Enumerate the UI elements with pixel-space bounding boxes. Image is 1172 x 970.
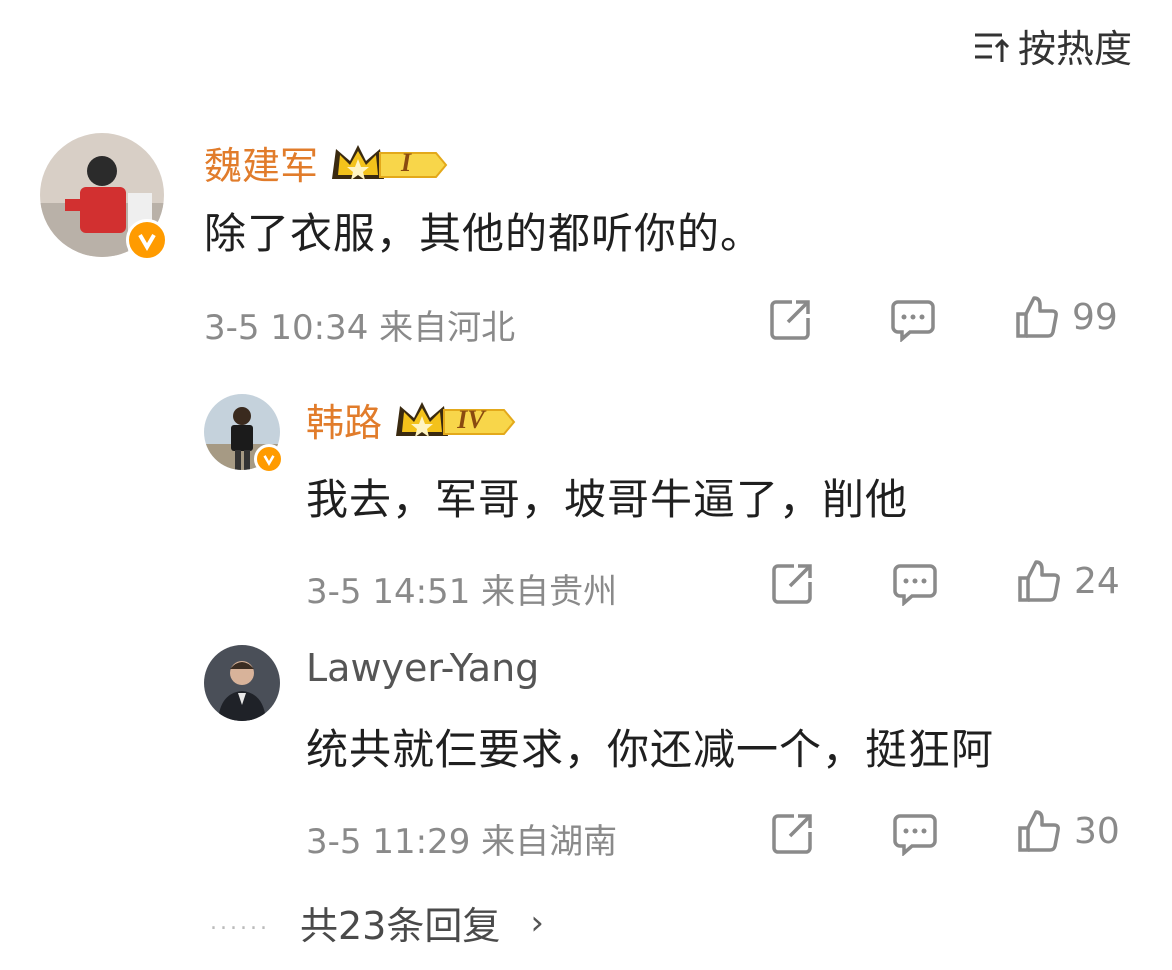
reply-button[interactable] bbox=[890, 296, 936, 342]
commenter-name-text: 韩路 bbox=[306, 401, 383, 445]
avatar[interactable] bbox=[204, 645, 280, 721]
sort-by-popularity-button[interactable]: 按热度 bbox=[972, 18, 1132, 73]
comment-text: 除了衣服，其他的都听你的。 bbox=[204, 209, 764, 258]
like-button[interactable]: 24 bbox=[1016, 558, 1120, 604]
member-level-text: IV bbox=[457, 404, 485, 434]
like-count: 99 bbox=[1072, 296, 1118, 338]
reply-button[interactable] bbox=[892, 560, 938, 606]
share-button[interactable] bbox=[770, 810, 816, 856]
ellipsis-icon: ...... bbox=[210, 910, 270, 935]
like-count: 24 bbox=[1074, 560, 1120, 602]
comment-location: 来自湖南 bbox=[481, 822, 618, 862]
sort-icon bbox=[974, 33, 1010, 62]
member-level-badge: IV bbox=[394, 398, 516, 442]
avatar[interactable] bbox=[204, 394, 284, 474]
comment-time: 3-5 10:34 bbox=[204, 308, 369, 348]
like-count: 30 bbox=[1074, 810, 1120, 852]
comment-location: 来自贵州 bbox=[481, 572, 618, 612]
commenter-name[interactable]: 韩路 IV bbox=[306, 392, 516, 447]
sort-label: 按热度 bbox=[1017, 27, 1132, 71]
commenter-name[interactable]: Lawyer-Yang bbox=[306, 646, 539, 690]
like-button[interactable]: 30 bbox=[1016, 808, 1120, 854]
commenter-name-text: 魏建军 bbox=[204, 144, 319, 188]
reply-button[interactable] bbox=[892, 810, 938, 856]
share-button[interactable] bbox=[768, 296, 814, 342]
comment-icon bbox=[893, 564, 937, 606]
verified-badge-icon bbox=[254, 444, 284, 474]
like-button[interactable]: 99 bbox=[1014, 294, 1118, 340]
comment-icon bbox=[891, 300, 935, 342]
comment-time: 3-5 14:51 bbox=[306, 572, 471, 612]
avatar-photo-icon bbox=[204, 645, 280, 721]
comment-icon bbox=[893, 814, 937, 856]
thumbs-up-icon bbox=[1016, 296, 1058, 338]
share-button[interactable] bbox=[770, 560, 816, 606]
share-icon bbox=[770, 300, 810, 340]
comment-meta: 3-5 14:51 来自贵州 bbox=[306, 564, 617, 613]
comment-text: 我去，军哥，坡哥牛逼了，削他 bbox=[306, 475, 909, 524]
comment-meta: 3-5 10:34 来自河北 bbox=[204, 300, 515, 349]
share-icon bbox=[772, 564, 812, 604]
comment-location: 来自河北 bbox=[379, 308, 516, 348]
comment-text: 统共就仨要求，你还减一个，挺狂阿 bbox=[306, 725, 995, 774]
chevron-right-icon: › bbox=[530, 902, 544, 943]
member-level-text: I bbox=[400, 147, 412, 177]
view-more-replies[interactable]: ...... 共23条回复 › bbox=[210, 895, 544, 950]
verified-badge-icon bbox=[126, 219, 168, 261]
comment-time: 3-5 11:29 bbox=[306, 822, 471, 862]
member-level-badge: I bbox=[330, 141, 448, 185]
avatar[interactable] bbox=[40, 133, 168, 261]
thumbs-up-icon bbox=[1018, 560, 1060, 602]
share-icon bbox=[772, 814, 812, 854]
commenter-name-text: Lawyer-Yang bbox=[306, 646, 540, 690]
comment-meta: 3-5 11:29 来自湖南 bbox=[306, 814, 617, 863]
more-replies-label: 共23条回复 bbox=[299, 904, 501, 948]
commenter-name[interactable]: 魏建军 I bbox=[204, 135, 448, 190]
thumbs-up-icon bbox=[1018, 810, 1060, 852]
